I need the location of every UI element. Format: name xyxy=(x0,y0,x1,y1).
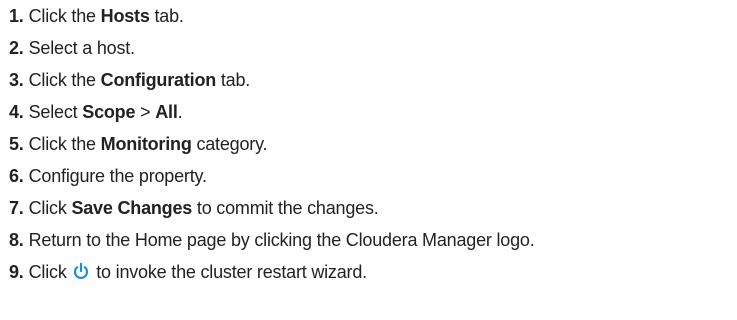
step-6: 6. Configure the property. xyxy=(9,160,535,192)
step-number: 8. xyxy=(9,230,24,250)
step-number: 3. xyxy=(9,70,24,90)
step-text: tab. xyxy=(149,6,184,26)
step-2: 2. Select a host. xyxy=(9,32,535,64)
step-text: category. xyxy=(191,134,268,154)
ui-term-all: All xyxy=(155,102,178,122)
step-text: > xyxy=(135,102,156,122)
step-text: to invoke the cluster restart wizard. xyxy=(91,262,367,282)
step-number: 1. xyxy=(9,6,24,26)
step-text: Click xyxy=(28,262,72,282)
ui-term-scope: Scope xyxy=(82,102,136,122)
step-number: 4. xyxy=(9,102,24,122)
step-text: Click the xyxy=(28,6,101,26)
step-4: 4. Select Scope > All. xyxy=(9,96,535,128)
step-text: Click the xyxy=(28,134,101,154)
ui-term-monitoring: Monitoring xyxy=(100,134,192,154)
step-text: Configure the property. xyxy=(28,166,207,186)
step-5: 5. Click the Monitoring category. xyxy=(9,128,535,160)
step-text: Return to the Home page by clicking the … xyxy=(28,230,535,250)
step-text: tab. xyxy=(216,70,251,90)
step-text: Click xyxy=(28,198,72,218)
step-text: Click the xyxy=(28,70,101,90)
ui-term-save-changes: Save Changes xyxy=(71,198,193,218)
step-7: 7. Click Save Changes to commit the chang… xyxy=(9,192,535,224)
step-text: Select a host. xyxy=(28,38,135,58)
ui-term-configuration: Configuration xyxy=(100,70,217,90)
step-9: 9. Click to invoke the cluster restart wi… xyxy=(9,256,535,288)
restart-power-icon xyxy=(73,258,89,290)
step-number: 2. xyxy=(9,38,24,58)
step-1: 1. Click the Hosts tab. xyxy=(9,0,535,32)
step-3: 3. Click the Configuration tab. xyxy=(9,64,535,96)
step-number: 9. xyxy=(9,262,24,282)
instruction-steps: 1. Click the Hosts tab. 2. Select a host. … xyxy=(9,0,535,288)
step-text: to commit the changes. xyxy=(192,198,379,218)
step-number: 7. xyxy=(9,198,24,218)
ui-term-hosts: Hosts xyxy=(100,6,150,26)
step-text: Select xyxy=(28,102,83,122)
step-number: 5. xyxy=(9,134,24,154)
step-number: 6. xyxy=(9,166,24,186)
step-text: . xyxy=(177,102,183,122)
step-8: 8. Return to the Home page by clicking th… xyxy=(9,224,535,256)
